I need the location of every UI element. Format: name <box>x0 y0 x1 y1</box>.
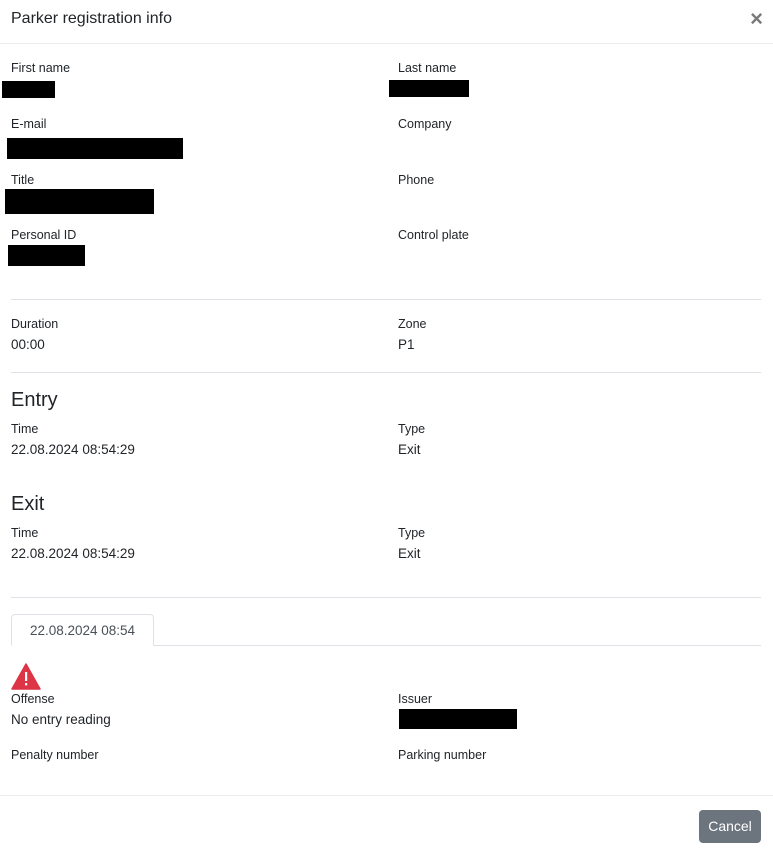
offense-value: No entry reading <box>11 712 111 727</box>
divider <box>11 597 761 598</box>
cancel-button[interactable]: Cancel <box>699 810 761 843</box>
exit-time-value: 22.08.2024 08:54:29 <box>11 546 135 561</box>
duration-value: 00:00 <box>11 337 45 352</box>
duration-label: Duration <box>11 317 59 331</box>
last-name-label: Last name <box>398 61 457 75</box>
issuer-label: Issuer <box>398 692 433 706</box>
first-name-label: First name <box>11 61 71 75</box>
exit-type-label: Type <box>398 526 426 540</box>
close-icon[interactable]: × <box>750 8 763 30</box>
tab-offense-date[interactable]: 22.08.2024 08:54 <box>11 614 154 646</box>
offense-label: Offense <box>11 692 55 706</box>
first-name-value-redacted <box>2 81 55 98</box>
personal-id-value-redacted <box>8 245 85 266</box>
issuer-value-redacted <box>399 709 517 729</box>
entry-type-value: Exit <box>398 442 421 457</box>
exit-time-label: Time <box>11 526 39 540</box>
entry-type-label: Type <box>398 422 426 436</box>
phone-label: Phone <box>398 173 435 187</box>
company-label: Company <box>398 117 452 131</box>
exit-type-value: Exit <box>398 546 421 561</box>
penalty-number-label: Penalty number <box>11 748 99 762</box>
divider <box>11 372 761 373</box>
modal-header: Parker registration info × <box>0 0 773 44</box>
modal-footer-divider <box>0 795 773 796</box>
title-value-redacted <box>5 189 154 214</box>
email-label: E-mail <box>11 117 47 131</box>
entry-time-label: Time <box>11 422 39 436</box>
zone-value: P1 <box>398 337 415 352</box>
exit-heading: Exit <box>11 493 45 515</box>
personal-id-label: Personal ID <box>11 228 77 242</box>
last-name-value-redacted <box>389 80 469 97</box>
title-label: Title <box>11 173 35 187</box>
modal-title: Parker registration info <box>11 10 172 27</box>
control-plate-label: Control plate <box>398 228 469 242</box>
zone-label: Zone <box>398 317 427 331</box>
entry-time-value: 22.08.2024 08:54:29 <box>11 442 135 457</box>
parking-number-label: Parking number <box>398 748 487 762</box>
email-value-redacted <box>7 138 183 159</box>
divider <box>11 299 761 300</box>
entry-heading: Entry <box>11 389 58 411</box>
warning-triangle-icon <box>11 663 41 690</box>
